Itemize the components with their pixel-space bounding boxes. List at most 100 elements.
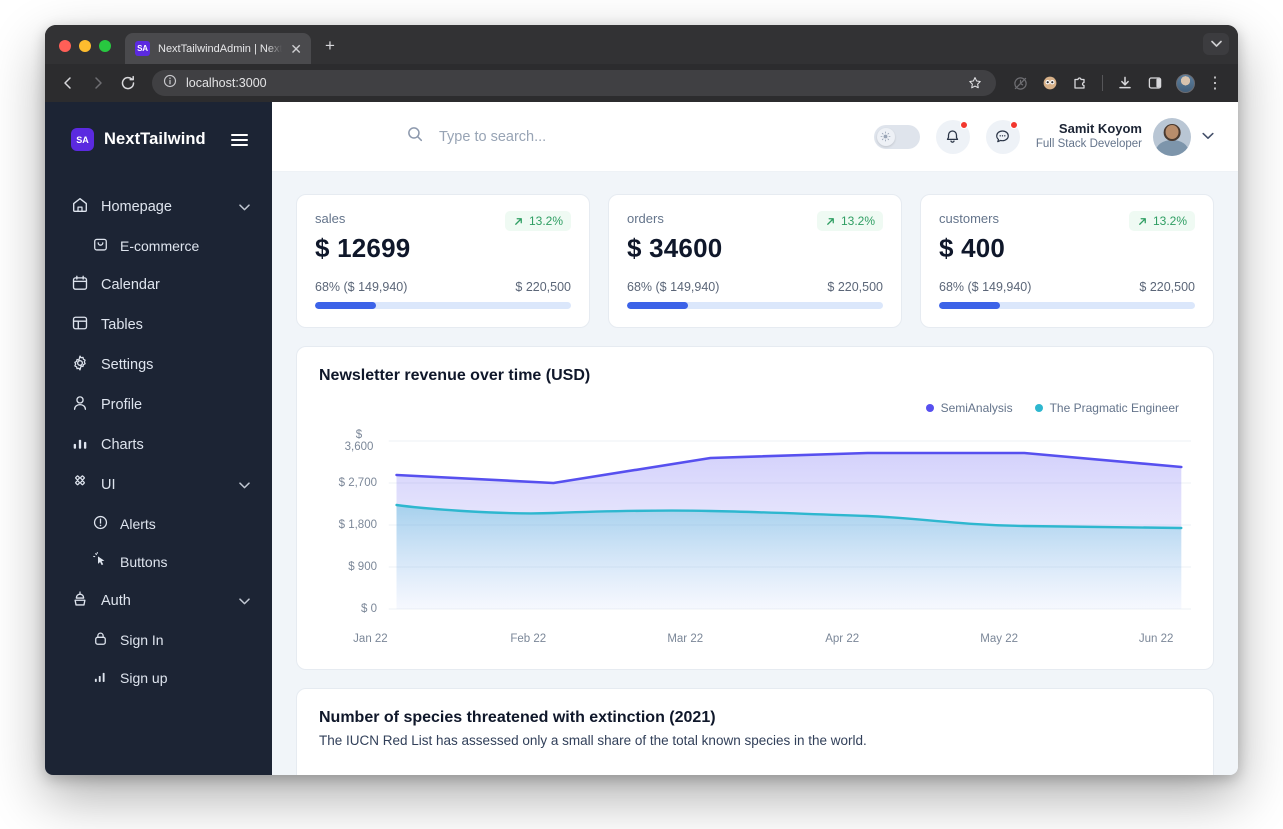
brand-name: NextTailwind: [104, 130, 206, 148]
user-icon: [71, 394, 89, 416]
address-bar-url: localhost:3000: [186, 76, 267, 90]
history-sync-icon[interactable]: [1007, 70, 1033, 96]
species-title: Number of species threatened with extinc…: [319, 709, 716, 726]
card-header: customers 13.2%: [939, 211, 1195, 231]
status-badge: 13.2%: [816, 211, 883, 231]
card-progress-text: 68% ($ 149,940): [627, 280, 720, 294]
delta-value: 13.2%: [840, 214, 875, 228]
home-icon: [71, 196, 89, 218]
legend-item-semianalysis[interactable]: SemiAnalysis: [925, 401, 1013, 415]
card-label: orders: [627, 211, 664, 226]
header-actions: Samit Koyom Full Stack Developer: [873, 117, 1214, 156]
metric-card-orders: orders 13.2% $ 34600 68% ($ 149,940) $ 2…: [608, 194, 902, 328]
card-value: $ 400: [939, 233, 1006, 263]
legend-label: Number of threatened species: [1018, 774, 1179, 775]
site-info-icon[interactable]: [163, 74, 177, 93]
status-badge: 13.2%: [1128, 211, 1195, 231]
sidebar-item-calendar[interactable]: Calendar: [45, 265, 272, 305]
search-box[interactable]: [406, 125, 874, 148]
card-header: orders 13.2%: [627, 211, 883, 231]
progress-bar: [939, 302, 1195, 309]
sidebar-item-auth[interactable]: Auth: [45, 581, 272, 621]
legend-item-threatened-species[interactable]: Number of threatened species: [1003, 774, 1179, 775]
x-tick-jun: Jun 22: [1138, 633, 1174, 645]
sidebar-item-charts[interactable]: Charts: [45, 425, 272, 465]
progress-bar: [627, 302, 883, 309]
sidebar-brand[interactable]: SA NextTailwind: [45, 102, 272, 151]
close-window-button[interactable]: [59, 40, 71, 52]
sidebar-item-profile[interactable]: Profile: [45, 385, 272, 425]
sidebar-item-label: Calendar: [101, 277, 160, 293]
chart-svg: [388, 440, 1191, 610]
search-input[interactable]: [439, 128, 759, 145]
chevron-down-icon[interactable]: [239, 199, 250, 215]
grid-dots-icon: [71, 474, 89, 496]
side-panel-icon[interactable]: [1142, 70, 1168, 96]
sidebar-item-homepage[interactable]: Homepage: [45, 187, 272, 227]
sidebar-item-label: Homepage: [101, 199, 172, 215]
sidebar-item-e-commerce[interactable]: E-commerce: [45, 227, 272, 265]
sidebar: SA NextTailwind Homepage E-commerce Cale…: [45, 102, 272, 775]
maximize-window-button[interactable]: [99, 40, 111, 52]
sidebar-item-sign-up[interactable]: Sign up: [45, 659, 272, 697]
card-label: customers: [939, 211, 999, 226]
chart-legend: SemiAnalysis The Pragmatic Engineer: [319, 401, 1191, 415]
bookmark-star-icon[interactable]: [962, 70, 988, 96]
new-tab-button[interactable]: +: [311, 37, 347, 64]
downloads-icon[interactable]: [1112, 70, 1138, 96]
reload-icon[interactable]: [115, 70, 141, 96]
x-tick-feb: Feb 22: [510, 633, 547, 645]
page-viewport: SA NextTailwind Homepage E-commerce Cale…: [45, 102, 1238, 775]
sidebar-item-tables[interactable]: Tables: [45, 305, 272, 345]
browser-menu-icon[interactable]: ⋮: [1202, 70, 1228, 96]
card-total: $ 220,500: [827, 280, 883, 294]
gear-icon: [71, 354, 89, 376]
user-role: Full Stack Developer: [1035, 138, 1142, 151]
content-scroll-area[interactable]: sales 13.2% $ 12699 68% ($ 149,940) $ 22…: [272, 172, 1238, 775]
extensions-puzzle-icon[interactable]: [1067, 70, 1093, 96]
minimize-window-button[interactable]: [79, 40, 91, 52]
main-content: Samit Koyom Full Stack Developer: [272, 102, 1238, 775]
delta-value: 13.2%: [1152, 214, 1187, 228]
sidebar-item-buttons[interactable]: Buttons: [45, 543, 272, 581]
bag-icon: [92, 236, 109, 256]
sidebar-item-label: Sign In: [120, 632, 164, 648]
sidebar-item-sign-in[interactable]: Sign In: [45, 621, 272, 659]
species-legend: Number of threatened species: [319, 774, 1191, 775]
revenue-chart-panel: Newsletter revenue over time (USD) SemiA…: [296, 346, 1214, 670]
sidebar-item-label: Tables: [101, 317, 143, 333]
notifications-button[interactable]: [935, 119, 970, 154]
screenshot-root: SA NextTailwindAdmin | Next.js D ✕ +: [0, 0, 1283, 829]
species-chart-panel: Number of species threatened with extinc…: [296, 688, 1214, 775]
chevron-down-icon[interactable]: [239, 593, 250, 609]
menu-toggle-icon[interactable]: [229, 132, 250, 148]
chart-icon: [71, 434, 89, 456]
sidebar-item-ui[interactable]: UI: [45, 465, 272, 505]
revenue-area-chart[interactable]: $3,600 $ 2,700 $ 1,800 $ 900 $ 0 Jan 22 …: [319, 421, 1191, 655]
status-badge: 13.2%: [504, 211, 571, 231]
metric-card-customers: customers 13.2% $ 400 68% ($ 149,940) $ …: [920, 194, 1214, 328]
close-tab-icon[interactable]: ✕: [290, 42, 302, 56]
address-bar[interactable]: localhost:3000: [152, 70, 996, 96]
sidebar-item-alerts[interactable]: Alerts: [45, 505, 272, 543]
forward-icon[interactable]: [85, 70, 111, 96]
sidebar-item-settings[interactable]: Settings: [45, 345, 272, 385]
legend-item-pragmatic-engineer[interactable]: The Pragmatic Engineer: [1034, 401, 1179, 415]
tab-title: NextTailwindAdmin | Next.js D: [158, 42, 283, 55]
extension-owl-icon[interactable]: [1037, 70, 1063, 96]
sidebar-item-label: Alerts: [120, 516, 156, 532]
chevron-down-icon[interactable]: [1202, 131, 1214, 143]
card-value: $ 12699: [315, 233, 411, 263]
user-menu[interactable]: Samit Koyom Full Stack Developer: [1035, 117, 1214, 156]
browser-tab[interactable]: SA NextTailwindAdmin | Next.js D ✕: [125, 33, 311, 64]
window-traffic-lights: [59, 40, 111, 64]
messages-button[interactable]: [985, 119, 1020, 154]
chevron-down-icon[interactable]: [239, 477, 250, 493]
x-tick-mar: Mar 22: [667, 633, 704, 645]
back-icon[interactable]: [55, 70, 81, 96]
profile-avatar-icon[interactable]: [1172, 70, 1198, 96]
tabstrip-chevron-down-icon[interactable]: [1203, 33, 1229, 55]
dark-mode-toggle[interactable]: [873, 124, 920, 149]
signal-icon: [92, 668, 109, 688]
metric-card-sales: sales 13.2% $ 12699 68% ($ 149,940) $ 22…: [296, 194, 590, 328]
